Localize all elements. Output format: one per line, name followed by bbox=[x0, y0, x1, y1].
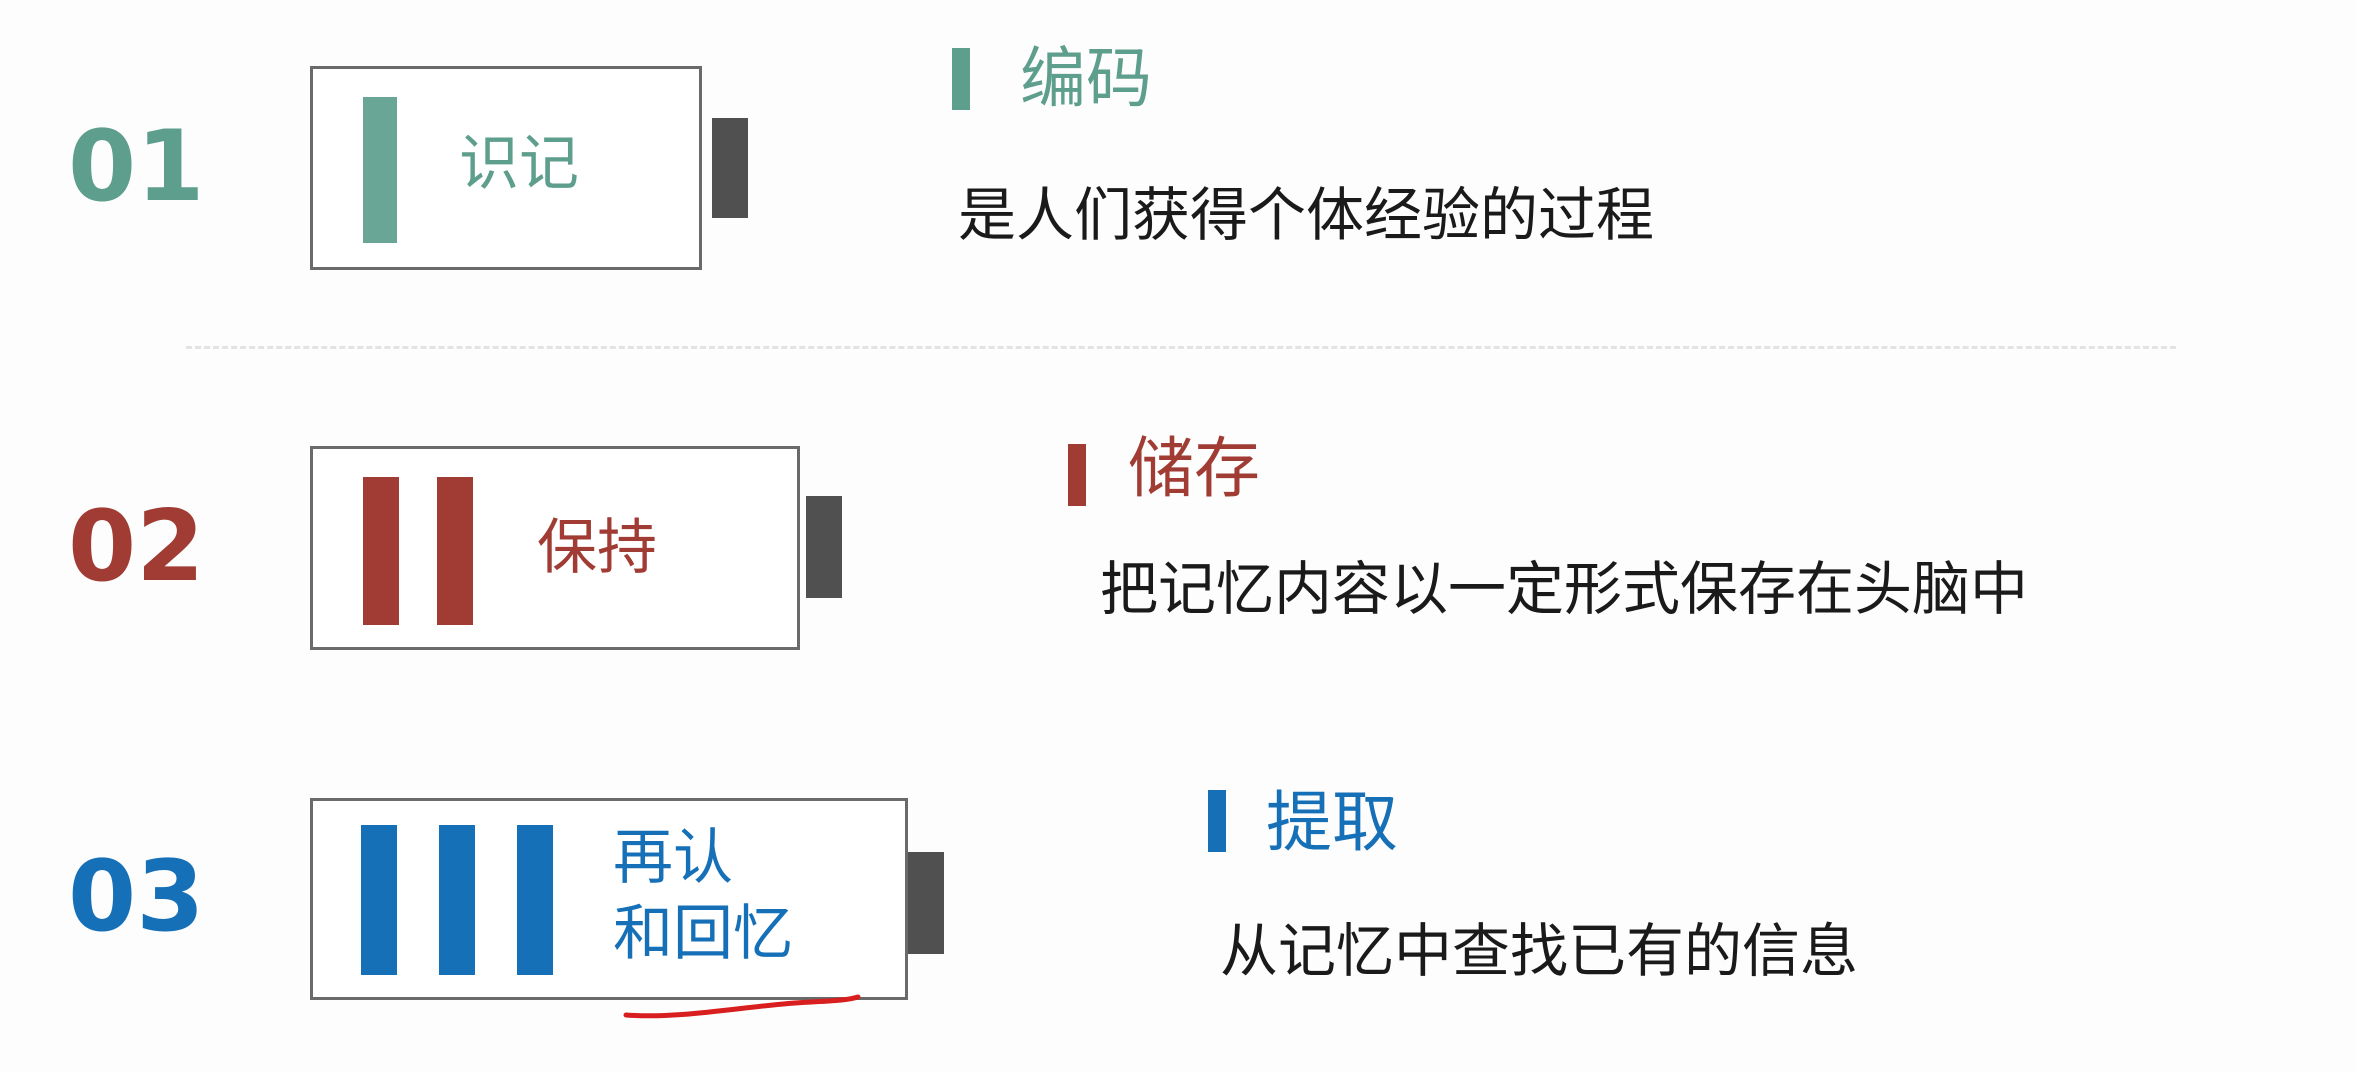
battery-label-01: 识记 bbox=[459, 129, 579, 199]
battery-bar bbox=[517, 825, 553, 975]
battery-bar bbox=[439, 825, 475, 975]
battery-cap-03 bbox=[908, 852, 944, 954]
battery-label-03b: 和回忆 bbox=[613, 899, 793, 969]
section-marker-02 bbox=[1068, 444, 1086, 506]
section-title-03: 提取 bbox=[1266, 784, 1398, 861]
section-marker-03 bbox=[1208, 790, 1226, 852]
battery-label-02: 保持 bbox=[537, 513, 657, 583]
row-divider bbox=[186, 346, 2176, 349]
section-marker-01 bbox=[952, 48, 970, 110]
step-number-03: 03 bbox=[68, 840, 205, 954]
slide: 01 识记 编码 是人们获得个体经验的过程 02 保持 储存 把记忆内容以一定形… bbox=[0, 0, 2356, 1072]
battery-cap-02 bbox=[806, 496, 842, 598]
step-number-02: 02 bbox=[68, 490, 205, 604]
section-title-02: 储存 bbox=[1128, 430, 1260, 507]
battery-01: 识记 bbox=[310, 66, 702, 270]
battery-label-03a: 再认 bbox=[613, 823, 733, 893]
battery-bar bbox=[361, 825, 397, 975]
description-01: 是人们获得个体经验的过程 bbox=[958, 181, 1655, 249]
step-number-01: 01 bbox=[68, 110, 205, 224]
battery-bar bbox=[363, 97, 397, 243]
battery-bar bbox=[437, 477, 473, 625]
description-03: 从记忆中查找已有的信息 bbox=[1220, 917, 1859, 985]
battery-bar bbox=[363, 477, 399, 625]
battery-cap-01 bbox=[712, 118, 748, 218]
red-pen-underline bbox=[623, 994, 861, 1019]
section-title-01: 编码 bbox=[1020, 40, 1152, 117]
description-02: 把记忆内容以一定形式保存在头脑中 bbox=[1100, 555, 2029, 623]
battery-02: 保持 bbox=[310, 446, 800, 650]
battery-03: 再认 和回忆 bbox=[310, 798, 908, 1000]
